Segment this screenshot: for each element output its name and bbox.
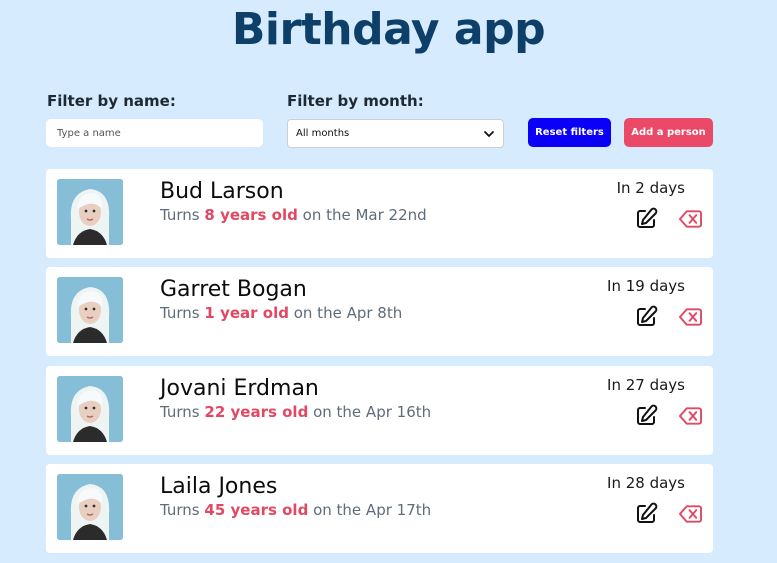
birthday-description: Turns 8 years old on the Mar 22nd	[160, 206, 427, 224]
edit-icon[interactable]	[634, 404, 658, 428]
avatar	[57, 277, 123, 343]
edit-icon[interactable]	[634, 207, 658, 231]
birthday-description: Turns 1 year old on the Apr 8th	[160, 304, 402, 322]
chevron-down-icon	[484, 130, 494, 137]
month-filter-label: Filter by month:	[287, 92, 424, 110]
date-text: on the Apr 17th	[313, 501, 432, 519]
reset-filters-button[interactable]: Reset filters	[528, 118, 611, 147]
days-left: In 19 days	[607, 277, 685, 295]
date-text: on the Apr 8th	[293, 304, 403, 322]
birthday-description: Turns 22 years old on the Apr 16th	[160, 403, 431, 421]
avatar	[57, 474, 123, 540]
avatar	[57, 376, 123, 442]
birthday-card: Laila Jones Turns 45 years old on the Ap…	[46, 464, 713, 553]
edit-icon[interactable]	[634, 305, 658, 329]
birthday-card: Bud Larson Turns 8 years old on the Mar …	[46, 169, 713, 258]
edit-icon[interactable]	[634, 502, 658, 526]
name-filter-input[interactable]	[46, 119, 263, 147]
date-text: on the Apr 16th	[313, 403, 432, 421]
birthday-description: Turns 45 years old on the Apr 17th	[160, 501, 431, 519]
backspace-delete-icon[interactable]	[679, 406, 702, 426]
person-name: Garret Bogan	[160, 277, 307, 302]
turns-prefix: Turns	[160, 206, 200, 224]
person-name: Laila Jones	[160, 474, 278, 499]
backspace-delete-icon[interactable]	[679, 209, 702, 229]
age-text: 45 years old	[204, 501, 309, 519]
backspace-delete-icon[interactable]	[679, 307, 702, 327]
add-person-button[interactable]: Add a person	[624, 118, 713, 147]
birthday-card: Garret Bogan Turns 1 year old on the Apr…	[46, 267, 713, 356]
turns-prefix: Turns	[160, 304, 200, 322]
days-left: In 2 days	[616, 179, 685, 197]
turns-prefix: Turns	[160, 501, 200, 519]
birthday-card: Jovani Erdman Turns 22 years old on the …	[46, 366, 713, 455]
days-left: In 28 days	[607, 474, 685, 492]
person-name: Bud Larson	[160, 179, 284, 204]
age-text: 8 years old	[204, 206, 298, 224]
backspace-delete-icon[interactable]	[679, 504, 702, 524]
birthday-app-page: Birthday app Filter by name: Filter by m…	[0, 0, 777, 563]
avatar	[57, 179, 123, 245]
date-text: on the Mar 22nd	[302, 206, 427, 224]
month-filter-select[interactable]: All months	[287, 119, 504, 148]
turns-prefix: Turns	[160, 403, 200, 421]
age-text: 22 years old	[204, 403, 309, 421]
person-name: Jovani Erdman	[160, 376, 319, 401]
month-filter-value: All months	[296, 128, 350, 139]
age-text: 1 year old	[204, 304, 289, 322]
days-left: In 27 days	[607, 376, 685, 394]
name-filter-label: Filter by name:	[47, 92, 176, 110]
page-title: Birthday app	[231, 4, 546, 55]
